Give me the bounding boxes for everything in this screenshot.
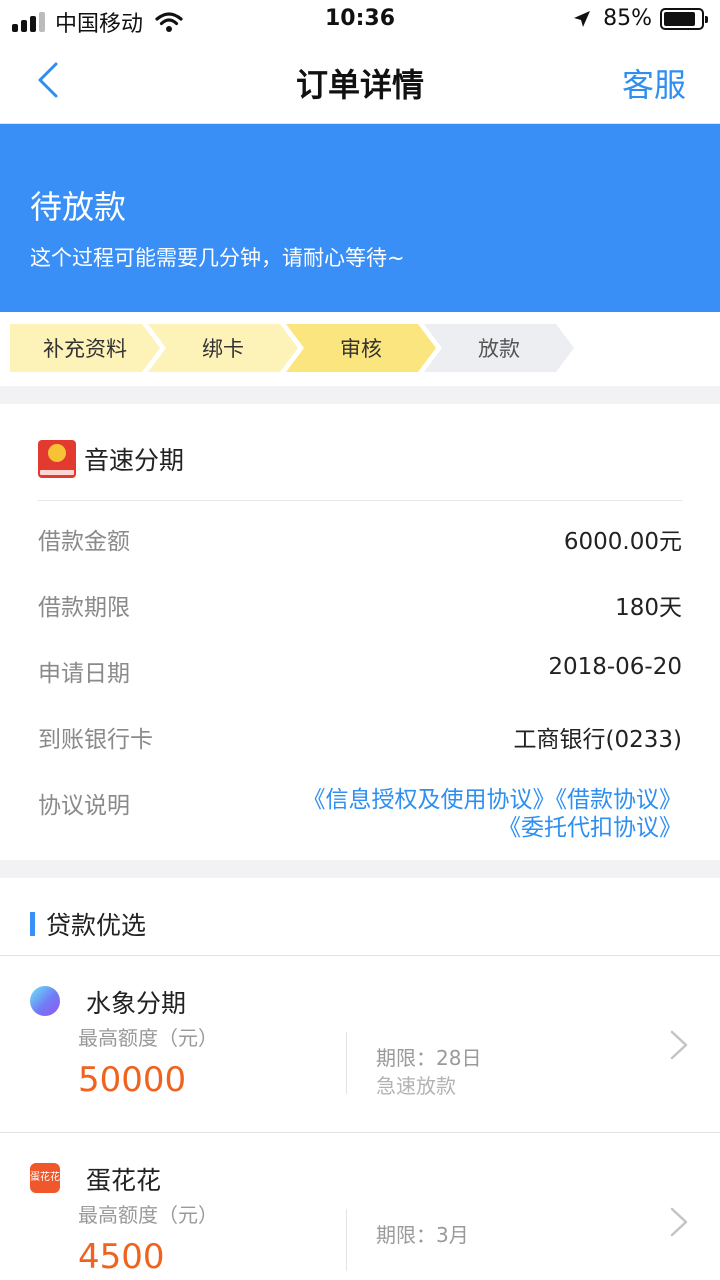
row-label: 到账银行卡 <box>38 727 153 753</box>
coin-icon <box>48 444 66 462</box>
progress-steps: 补充资料 绑卡 审核 放款 <box>0 312 720 386</box>
brand-logo-text <box>40 470 74 475</box>
row-value: 6000.00元 <box>563 529 682 555</box>
brand-logo-icon <box>38 440 76 478</box>
step-bind-card: 绑卡 <box>148 324 298 372</box>
order-detail-card: 音速分期 借款金额 6000.00元 借款期限 180天 申请日期 2018-0… <box>0 404 720 860</box>
brand-name: 音速分期 <box>84 446 185 475</box>
battery-icon <box>660 7 708 30</box>
loan-amount: 50000 <box>78 1060 187 1100</box>
row-value: 2018-06-20 <box>548 654 682 680</box>
row-value: 180天 <box>615 595 682 621</box>
row-value: 工商银行(0233) <box>513 727 682 753</box>
row-label: 借款金额 <box>38 529 130 555</box>
step-review: 审核 <box>286 324 436 372</box>
chevron-right-icon <box>670 1030 688 1060</box>
divider <box>346 1209 347 1271</box>
customer-service-button[interactable]: 客服 <box>622 60 686 106</box>
battery-fill <box>664 11 695 26</box>
row-label: 借款期限 <box>38 595 130 621</box>
loan-name: 蛋花花 <box>86 1166 162 1195</box>
step-disburse: 放款 <box>424 324 574 372</box>
brand-row: 音速分期 <box>38 440 184 478</box>
loan-max-label: 最高额度（元） <box>78 1203 218 1227</box>
loan-name: 水象分期 <box>86 989 187 1018</box>
agreement-link-entrust[interactable]: 《委托代扣协议》 <box>498 815 682 841</box>
section-header: 贷款优选 <box>0 878 720 956</box>
chevron-right-icon <box>670 1207 688 1237</box>
loan-max-label: 最高额度（元） <box>78 1026 218 1050</box>
nav-bar: 订单详情 客服 <box>0 40 720 124</box>
water-logo-icon <box>30 986 60 1016</box>
loan-item[interactable]: 水象分期 最高额度（元） 50000 期限：28日 急速放款 <box>0 956 720 1132</box>
page-title: 订单详情 <box>295 66 424 104</box>
divider <box>38 500 682 501</box>
status-right: 85% <box>573 6 708 31</box>
battery-percent: 85% <box>603 6 652 31</box>
agreement-link-loan[interactable]: 《借款协议》 <box>556 787 683 813</box>
loan-term: 期限：3月 <box>376 1223 469 1247</box>
egg-logo-icon: 蛋花花 <box>30 1163 60 1193</box>
loan-term: 期限：28日 <box>376 1046 482 1070</box>
loan-note: 急速放款 <box>376 1074 456 1098</box>
status-bar: 中国移动 10:36 85% <box>0 0 720 40</box>
row-label: 申请日期 <box>38 661 130 687</box>
recommend-section: 贷款优选 水象分期 最高额度（元） 50000 期限：28日 急速放款 蛋花花 … <box>0 878 720 1280</box>
agreement-link-authorization[interactable]: 《信息授权及使用协议》 <box>303 787 556 813</box>
loan-item[interactable]: 蛋花花 蛋花花 最高额度（元） 4500 期限：3月 <box>0 1132 720 1280</box>
location-arrow-icon <box>574 10 591 27</box>
section-accent-bar <box>30 912 35 936</box>
step-supplement-info: 补充资料 <box>10 324 160 372</box>
section-title: 贷款优选 <box>46 911 147 940</box>
loan-amount: 4500 <box>78 1237 165 1277</box>
row-label: 协议说明 <box>38 793 130 819</box>
order-status: 待放款 <box>30 188 127 226</box>
status-banner: 待放款 这个过程可能需要几分钟，请耐心等待~ <box>0 124 720 312</box>
status-description: 这个过程可能需要几分钟，请耐心等待~ <box>30 246 405 270</box>
divider <box>346 1032 347 1094</box>
agreement-links: 《信息授权及使用协议》《借款协议》 《委托代扣协议》 <box>303 786 683 842</box>
